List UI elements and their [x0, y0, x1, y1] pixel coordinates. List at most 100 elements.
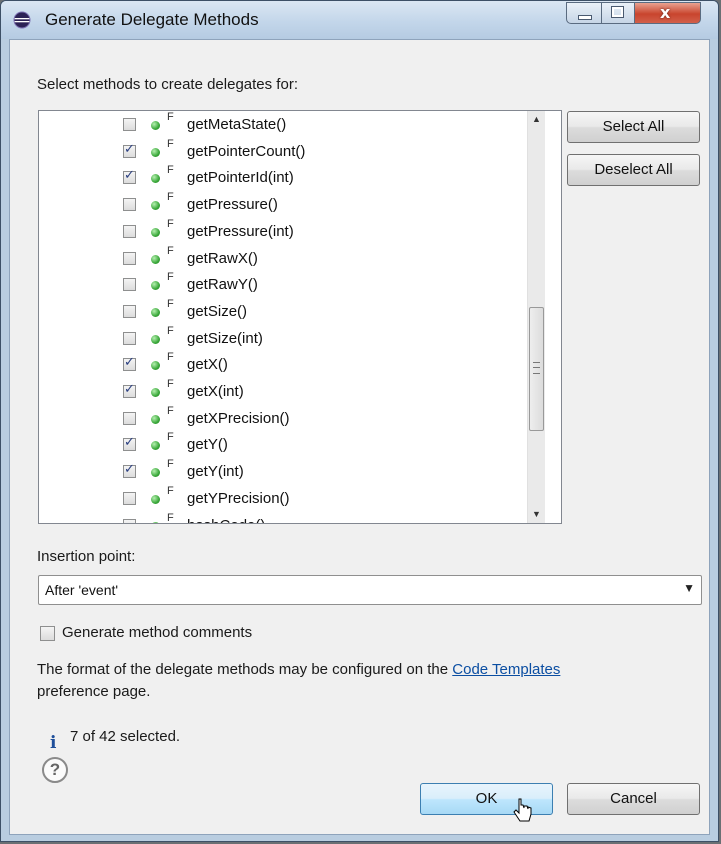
public-method-icon: [151, 254, 160, 264]
final-modifier-icon: F: [167, 484, 174, 497]
public-method-icon: [151, 414, 160, 424]
method-name: getYPrecision(): [187, 489, 290, 507]
method-list-item[interactable]: FgetX(): [39, 351, 539, 380]
method-checkbox[interactable]: [123, 142, 136, 158]
select-all-button[interactable]: Select All: [567, 111, 700, 143]
method-checkbox[interactable]: [123, 278, 136, 292]
public-method-icon: [151, 147, 160, 157]
dialog-window: Generate Delegate Methods x Select metho…: [0, 0, 719, 842]
method-checkbox[interactable]: [123, 251, 136, 265]
deselect-all-button[interactable]: Deselect All: [567, 154, 700, 186]
method-name: getPressure(): [187, 196, 278, 214]
method-name: getPointerCount(): [187, 142, 306, 160]
method-name: getRawY(): [187, 276, 258, 294]
method-name: getXPrecision(): [187, 409, 290, 427]
method-list-item[interactable]: FgetMetaState(): [39, 111, 539, 140]
generate-comments-label[interactable]: Generate method comments: [62, 624, 252, 641]
method-list-item[interactable]: FgetSize(int): [39, 324, 539, 354]
method-checkbox[interactable]: [123, 518, 136, 523]
method-name: getRawX(): [187, 249, 258, 267]
method-checkbox[interactable]: [123, 435, 136, 452]
method-name: getPressure(int): [187, 222, 294, 240]
scroll-up-arrow-icon[interactable]: ▲: [528, 111, 545, 128]
close-icon: x: [660, 3, 671, 22]
public-method-icon: [151, 174, 160, 184]
format-note-line2: preference page.: [37, 683, 151, 700]
format-note-text: The format of the delegate methods may b…: [37, 661, 453, 678]
method-checkbox[interactable]: [123, 411, 136, 425]
method-checkbox[interactable]: [123, 168, 136, 185]
method-checkbox[interactable]: [123, 355, 136, 372]
title-bar[interactable]: Generate Delegate Methods x: [1, 1, 718, 39]
public-method-icon: [151, 307, 160, 317]
method-name: getSize(): [187, 302, 248, 320]
final-modifier-icon: F: [167, 137, 174, 150]
method-checkbox[interactable]: [123, 304, 136, 318]
final-modifier-icon: F: [167, 324, 174, 337]
method-list-item[interactable]: FgetX(int): [39, 378, 539, 407]
method-checkbox[interactable]: [123, 198, 136, 212]
minimize-button[interactable]: [566, 2, 602, 24]
method-list-item[interactable]: FgetPressure(int): [39, 217, 539, 247]
minimize-icon: [578, 15, 592, 20]
final-modifier-icon: F: [167, 297, 174, 310]
close-button[interactable]: x: [634, 2, 701, 24]
method-list-item[interactable]: FgetY(): [39, 431, 539, 460]
method-list-item[interactable]: FgetRawY(): [39, 271, 539, 300]
method-checkbox[interactable]: [123, 491, 136, 505]
help-icon[interactable]: ?: [42, 757, 68, 783]
method-checkbox[interactable]: [123, 462, 136, 479]
final-modifier-icon: F: [167, 217, 174, 230]
method-name: getSize(int): [187, 329, 263, 347]
vertical-scrollbar[interactable]: ▲ ▼: [527, 111, 545, 523]
method-checkbox[interactable]: [123, 118, 136, 131]
final-modifier-icon: F: [167, 511, 174, 524]
insertion-point-select[interactable]: After 'event' ▼: [38, 575, 702, 605]
method-list-item[interactable]: FgetY(int): [39, 458, 539, 487]
method-list-item[interactable]: FhashCode(): [39, 511, 539, 524]
public-method-icon: [151, 281, 160, 291]
method-name: getX(int): [187, 383, 244, 400]
info-icon: i: [50, 733, 57, 753]
format-note-line1: The format of the delegate methods may b…: [37, 661, 560, 678]
final-modifier-icon: F: [167, 191, 174, 204]
insertion-point-label: Insertion point:: [37, 548, 136, 565]
public-method-icon: [151, 121, 160, 130]
method-list-item[interactable]: FgetPointerCount(): [39, 137, 539, 167]
grip-icon: [533, 362, 540, 374]
public-method-icon: [151, 201, 160, 211]
scroll-thumb[interactable]: [529, 307, 544, 431]
final-modifier-icon: F: [167, 111, 174, 123]
public-method-icon: [151, 441, 160, 451]
public-method-icon: [151, 521, 160, 523]
mouse-cursor-icon: [513, 798, 532, 822]
generate-comments-checkbox[interactable]: [40, 626, 55, 641]
method-list-item[interactable]: FgetPressure(): [39, 191, 539, 220]
public-method-icon: [151, 227, 160, 237]
maximize-button[interactable]: [601, 2, 635, 24]
final-modifier-icon: F: [167, 431, 174, 444]
public-method-icon: [151, 334, 160, 344]
final-modifier-icon: F: [167, 244, 174, 257]
method-checkbox[interactable]: [123, 331, 136, 345]
method-checkbox[interactable]: [123, 224, 136, 238]
public-method-icon: [151, 361, 160, 371]
cancel-button[interactable]: Cancel: [567, 783, 700, 815]
final-modifier-icon: F: [167, 351, 174, 364]
window-title: Generate Delegate Methods: [45, 10, 259, 29]
methods-label: Select methods to create delegates for:: [37, 76, 298, 93]
method-checkbox[interactable]: [123, 382, 136, 398]
method-list-item[interactable]: FgetXPrecision(): [39, 404, 539, 434]
method-list-item[interactable]: FgetSize(): [39, 297, 539, 327]
code-templates-link[interactable]: Code Templates: [452, 661, 560, 678]
method-list-item[interactable]: FgetRawX(): [39, 244, 539, 274]
scroll-down-arrow-icon[interactable]: ▼: [528, 506, 545, 523]
status-text: 7 of 42 selected.: [70, 728, 181, 745]
eclipse-icon: [13, 11, 31, 29]
final-modifier-icon: F: [167, 404, 174, 417]
methods-list[interactable]: FgetMetaState()FgetPointerCount()FgetPoi…: [38, 110, 562, 524]
method-name: getMetaState(): [187, 116, 287, 133]
method-list-item[interactable]: FgetYPrecision(): [39, 484, 539, 514]
final-modifier-icon: F: [167, 271, 174, 284]
method-list-item[interactable]: FgetPointerId(int): [39, 164, 539, 193]
